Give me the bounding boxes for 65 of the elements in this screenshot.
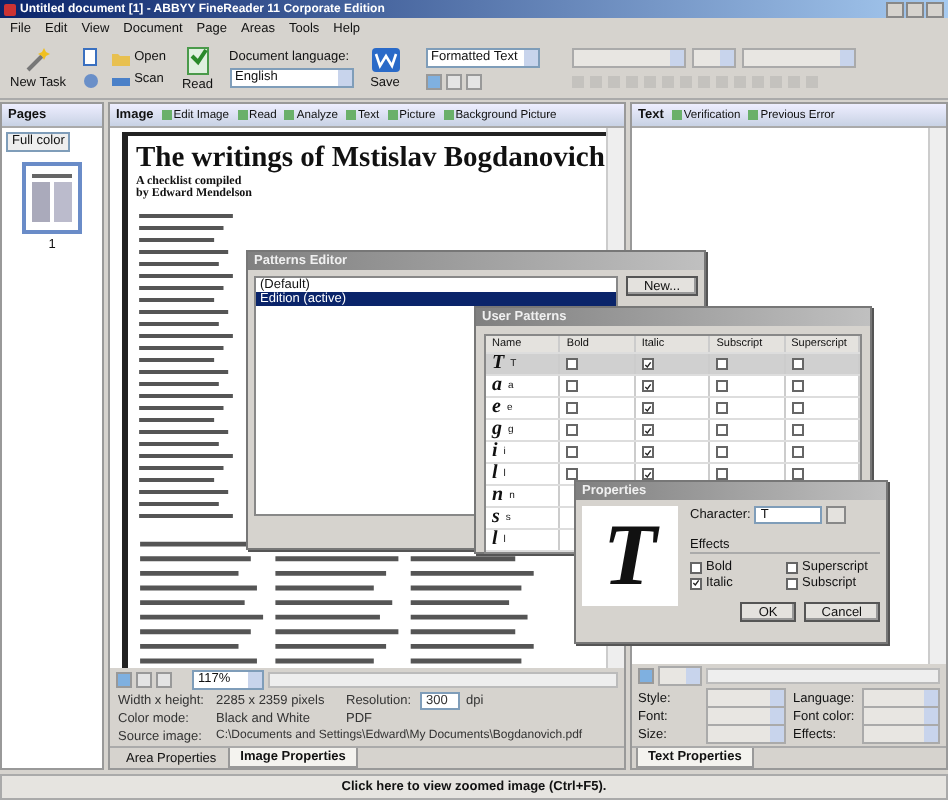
property-combo[interactable] xyxy=(706,706,785,726)
checkbox[interactable] xyxy=(641,358,654,370)
scrollbar[interactable] xyxy=(268,671,618,687)
checkbox[interactable] xyxy=(791,402,804,414)
checkbox[interactable] xyxy=(716,358,729,370)
property-combo[interactable] xyxy=(706,724,785,744)
zoom-dropdown[interactable] xyxy=(658,665,702,685)
checkbox[interactable] xyxy=(716,380,729,392)
select-icon[interactable] xyxy=(116,671,132,687)
checkbox[interactable] xyxy=(566,402,579,414)
checkbox[interactable] xyxy=(690,561,702,573)
checkbox[interactable] xyxy=(566,468,579,480)
checkbox[interactable] xyxy=(786,577,798,589)
glyph-preview: T xyxy=(582,506,678,606)
folder-icon xyxy=(112,49,131,65)
magic-wand-icon xyxy=(24,46,53,74)
checkbox[interactable] xyxy=(566,358,579,370)
scrollbar[interactable] xyxy=(706,667,940,683)
glyph-image: g xyxy=(492,420,502,440)
glyph-image: T xyxy=(492,354,505,374)
checkbox[interactable] xyxy=(791,424,804,436)
app-icon xyxy=(4,3,16,15)
checkbox[interactable] xyxy=(641,468,654,480)
glyph-image: i xyxy=(492,442,498,462)
checkbox[interactable] xyxy=(786,561,798,573)
checkbox[interactable] xyxy=(641,402,654,414)
checkmark-document-icon xyxy=(183,44,212,76)
checkbox[interactable] xyxy=(690,577,702,589)
property-combo[interactable] xyxy=(861,688,940,708)
glyph-image: a xyxy=(492,376,502,396)
property-combo[interactable] xyxy=(861,724,940,744)
document-icon[interactable] xyxy=(82,47,101,65)
checkbox[interactable] xyxy=(791,380,804,392)
property-combo[interactable] xyxy=(706,688,785,708)
glyph-image: s xyxy=(492,508,500,528)
size-combo[interactable] xyxy=(691,48,736,68)
checkbox[interactable] xyxy=(716,424,729,436)
checkbox[interactable] xyxy=(641,446,654,458)
property-combo[interactable] xyxy=(861,706,940,726)
maximize-button[interactable] xyxy=(906,1,924,17)
glyph-image: n xyxy=(492,486,504,506)
page-view-icon[interactable] xyxy=(425,73,442,89)
glyph-image: l xyxy=(492,464,498,484)
select-icon[interactable] xyxy=(638,667,654,683)
scrollbar[interactable] xyxy=(928,128,946,664)
checkbox[interactable] xyxy=(791,358,804,370)
page-thumbnail[interactable] xyxy=(22,162,82,234)
checkbox[interactable] xyxy=(566,424,579,436)
browse-button[interactable] xyxy=(826,506,847,524)
checkbox[interactable] xyxy=(566,380,579,392)
checkbox[interactable] xyxy=(566,446,579,458)
checkbox[interactable] xyxy=(791,468,804,480)
style-combo[interactable] xyxy=(571,48,686,68)
checkbox[interactable] xyxy=(641,380,654,392)
checkbox[interactable] xyxy=(716,402,729,414)
glyph-image: e xyxy=(492,398,501,418)
word-document-icon xyxy=(369,46,402,74)
glyph-image: l xyxy=(492,530,498,550)
font-combo[interactable] xyxy=(741,48,856,68)
checkbox[interactable] xyxy=(716,446,729,458)
checkbox[interactable] xyxy=(716,468,729,480)
checkbox[interactable] xyxy=(791,446,804,458)
checkbox[interactable] xyxy=(641,424,654,436)
close-button[interactable] xyxy=(926,1,944,17)
minimize-button[interactable] xyxy=(886,1,904,17)
